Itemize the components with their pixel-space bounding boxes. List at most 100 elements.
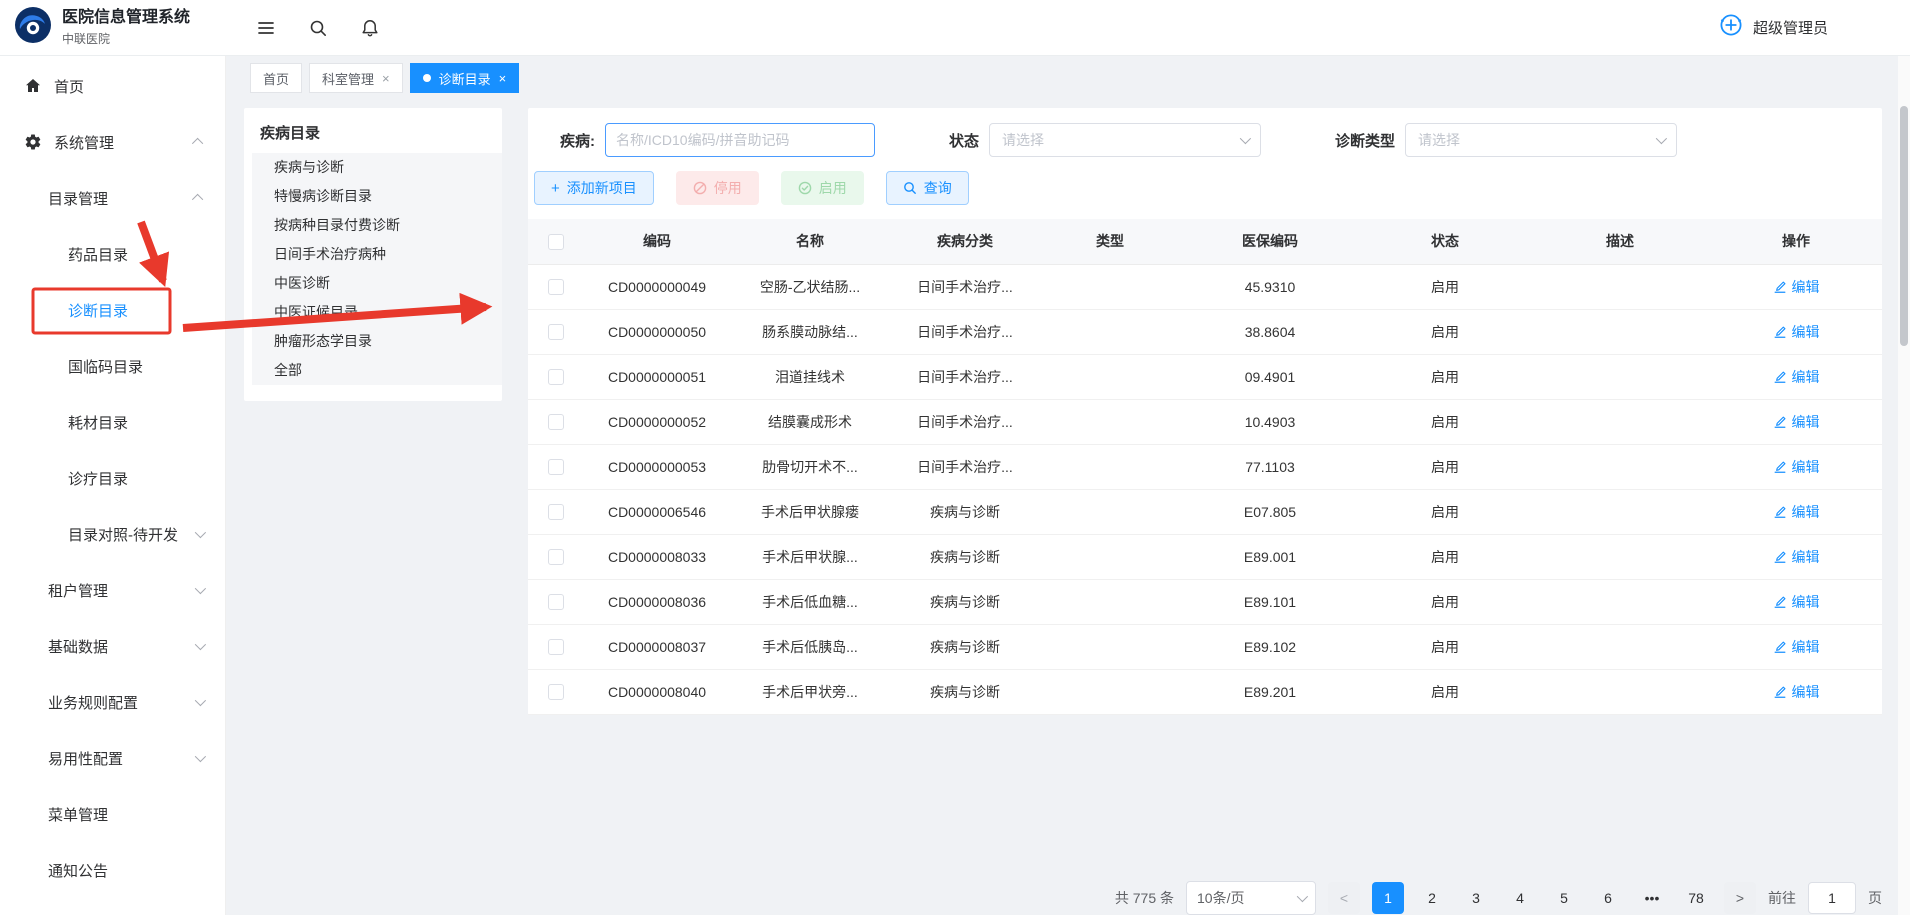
- row-checkbox[interactable]: [548, 594, 564, 610]
- cell-status: 启用: [1360, 579, 1530, 624]
- chevron-down-icon: [1240, 133, 1251, 144]
- sidebar-item-catalog-management[interactable]: 目录管理: [0, 170, 225, 226]
- page-button-78[interactable]: 78: [1680, 882, 1712, 914]
- cell-name: 手术后甲状腺瘘: [730, 489, 890, 534]
- row-checkbox[interactable]: [548, 369, 564, 385]
- category-item[interactable]: 疾病与诊断: [252, 153, 502, 182]
- edit-button[interactable]: 编辑: [1773, 592, 1820, 612]
- goto-page-input[interactable]: [1808, 882, 1856, 914]
- disease-filter-label: 疾病:: [560, 130, 595, 151]
- cell-name: 空肠-乙状结肠...: [730, 264, 890, 309]
- disease-search-input[interactable]: [605, 123, 875, 157]
- scrollbar-thumb[interactable]: [1900, 106, 1908, 346]
- row-checkbox[interactable]: [548, 324, 564, 340]
- close-icon[interactable]: ×: [382, 72, 390, 85]
- category-item[interactable]: 按病种目录付费诊断: [252, 211, 502, 240]
- add-item-button[interactable]: + 添加新项目: [534, 171, 654, 205]
- pagination: 共 775 条 10条/页 < 1 2 3 4 5 6 ••• 78 > 前往 …: [226, 853, 1910, 915]
- category-item[interactable]: 全部: [252, 356, 502, 385]
- sidebar-item-drug-catalog[interactable]: 药品目录: [0, 226, 225, 282]
- chevron-up-icon: [192, 138, 203, 149]
- row-checkbox[interactable]: [548, 279, 564, 295]
- sidebar-item-tenant-management[interactable]: 租户管理: [0, 562, 225, 618]
- status-select[interactable]: 请选择: [989, 123, 1261, 157]
- table-row: CD0000008040 手术后甲状旁... 疾病与诊断 E89.201 启用 …: [528, 669, 1882, 714]
- page-button-6[interactable]: 6: [1592, 882, 1624, 914]
- edit-label: 编辑: [1792, 592, 1820, 612]
- table-row: CD0000000050 肠系膜动脉结... 日间手术治疗... 38.8604…: [528, 309, 1882, 354]
- sidebar-item-diagnosis-catalog[interactable]: 诊断目录: [0, 282, 225, 338]
- tab-diagnosis-catalog[interactable]: 诊断目录 ×: [410, 63, 520, 93]
- sidebar-item-menu-management[interactable]: 菜单管理: [0, 786, 225, 842]
- select-all-checkbox[interactable]: [548, 234, 564, 250]
- tab-label: 诊断目录: [439, 69, 491, 88]
- pagination-total: 共 775 条: [1115, 888, 1174, 908]
- cell-code: CD0000008036: [584, 579, 730, 624]
- sidebar-item-national-clinical-code-catalog[interactable]: 国临码目录: [0, 338, 225, 394]
- row-checkbox[interactable]: [548, 549, 564, 565]
- cell-status: 启用: [1360, 399, 1530, 444]
- edit-label: 编辑: [1792, 502, 1820, 522]
- row-checkbox[interactable]: [548, 639, 564, 655]
- page-button-4[interactable]: 4: [1504, 882, 1536, 914]
- scrollbar-track: [1898, 56, 1910, 915]
- sidebar-item-home[interactable]: 首页: [0, 58, 225, 114]
- page-button-3[interactable]: 3: [1460, 882, 1492, 914]
- edit-button[interactable]: 编辑: [1773, 547, 1820, 567]
- row-checkbox[interactable]: [548, 459, 564, 475]
- active-tab-dot: [423, 74, 431, 82]
- category-item[interactable]: 特慢病诊断目录: [252, 182, 502, 211]
- row-checkbox[interactable]: [548, 684, 564, 700]
- edit-button[interactable]: 编辑: [1773, 322, 1820, 342]
- page-button-2[interactable]: 2: [1416, 882, 1448, 914]
- bell-icon[interactable]: [360, 18, 380, 38]
- sidebar-item-catalog-mapping[interactable]: 目录对照-待开发: [0, 506, 225, 562]
- sidebar-item-basic-data[interactable]: 基础数据: [0, 618, 225, 674]
- cell-description: [1530, 534, 1710, 579]
- edit-button[interactable]: 编辑: [1773, 367, 1820, 387]
- query-button[interactable]: 查询: [886, 171, 969, 205]
- edit-button[interactable]: 编辑: [1773, 412, 1820, 432]
- category-item[interactable]: 肿瘤形态学目录: [252, 327, 502, 356]
- category-item[interactable]: 日间手术治疗病种: [252, 240, 502, 269]
- diagnosis-type-select[interactable]: 请选择: [1405, 123, 1677, 157]
- edit-button[interactable]: 编辑: [1773, 502, 1820, 522]
- sidebar-item-business-rules[interactable]: 业务规则配置: [0, 674, 225, 730]
- edit-button[interactable]: 编辑: [1773, 637, 1820, 657]
- sidebar-item-notice-announcement[interactable]: 通知公告: [0, 842, 225, 898]
- collapse-menu-icon[interactable]: [256, 18, 276, 38]
- sidebar-item-consumables-catalog[interactable]: 耗材目录: [0, 394, 225, 450]
- disable-button[interactable]: 停用: [676, 171, 759, 205]
- page-button-1[interactable]: 1: [1372, 882, 1404, 914]
- tab-label: 科室管理: [322, 69, 374, 88]
- user-area[interactable]: 超级管理员: [1718, 12, 1910, 43]
- diagnosis-table-card: 疾病: 状态 请选择 诊断类型 请选择 +: [528, 108, 1882, 715]
- cell-code: CD0000006546: [584, 489, 730, 534]
- row-checkbox[interactable]: [548, 504, 564, 520]
- sidebar-item-system-management[interactable]: 系统管理: [0, 114, 225, 170]
- content: 疾病目录 疾病与诊断 特慢病诊断目录 按病种目录付费诊断 日间手术治疗病种 中医…: [226, 100, 1910, 853]
- page-size-select[interactable]: 10条/页: [1186, 881, 1316, 915]
- row-checkbox[interactable]: [548, 414, 564, 430]
- enable-button[interactable]: 启用: [781, 171, 864, 205]
- search-icon[interactable]: [308, 18, 328, 38]
- edit-button[interactable]: 编辑: [1773, 457, 1820, 477]
- prev-page-button[interactable]: <: [1328, 882, 1360, 914]
- category-item[interactable]: 中医诊断: [252, 269, 502, 298]
- status-filter-label: 状态: [949, 130, 979, 151]
- hospital-name: 中联医院: [62, 30, 190, 47]
- sidebar-item-treatment-catalog[interactable]: 诊疗目录: [0, 450, 225, 506]
- sidebar-item-label: 业务规则配置: [48, 692, 138, 713]
- tab-department-management[interactable]: 科室管理 ×: [309, 63, 403, 93]
- next-page-button[interactable]: >: [1724, 882, 1756, 914]
- edit-button[interactable]: 编辑: [1773, 277, 1820, 297]
- pagination-more-button[interactable]: •••: [1636, 882, 1668, 914]
- sidebar-item-usability-config[interactable]: 易用性配置: [0, 730, 225, 786]
- edit-button[interactable]: 编辑: [1773, 682, 1820, 702]
- sidebar-item-label: 诊疗目录: [68, 468, 128, 489]
- tab-home[interactable]: 首页: [250, 63, 302, 93]
- category-item[interactable]: 中医证候目录: [252, 298, 502, 327]
- sidebar-item-label: 系统管理: [54, 132, 114, 153]
- page-button-5[interactable]: 5: [1548, 882, 1580, 914]
- close-icon[interactable]: ×: [499, 72, 507, 85]
